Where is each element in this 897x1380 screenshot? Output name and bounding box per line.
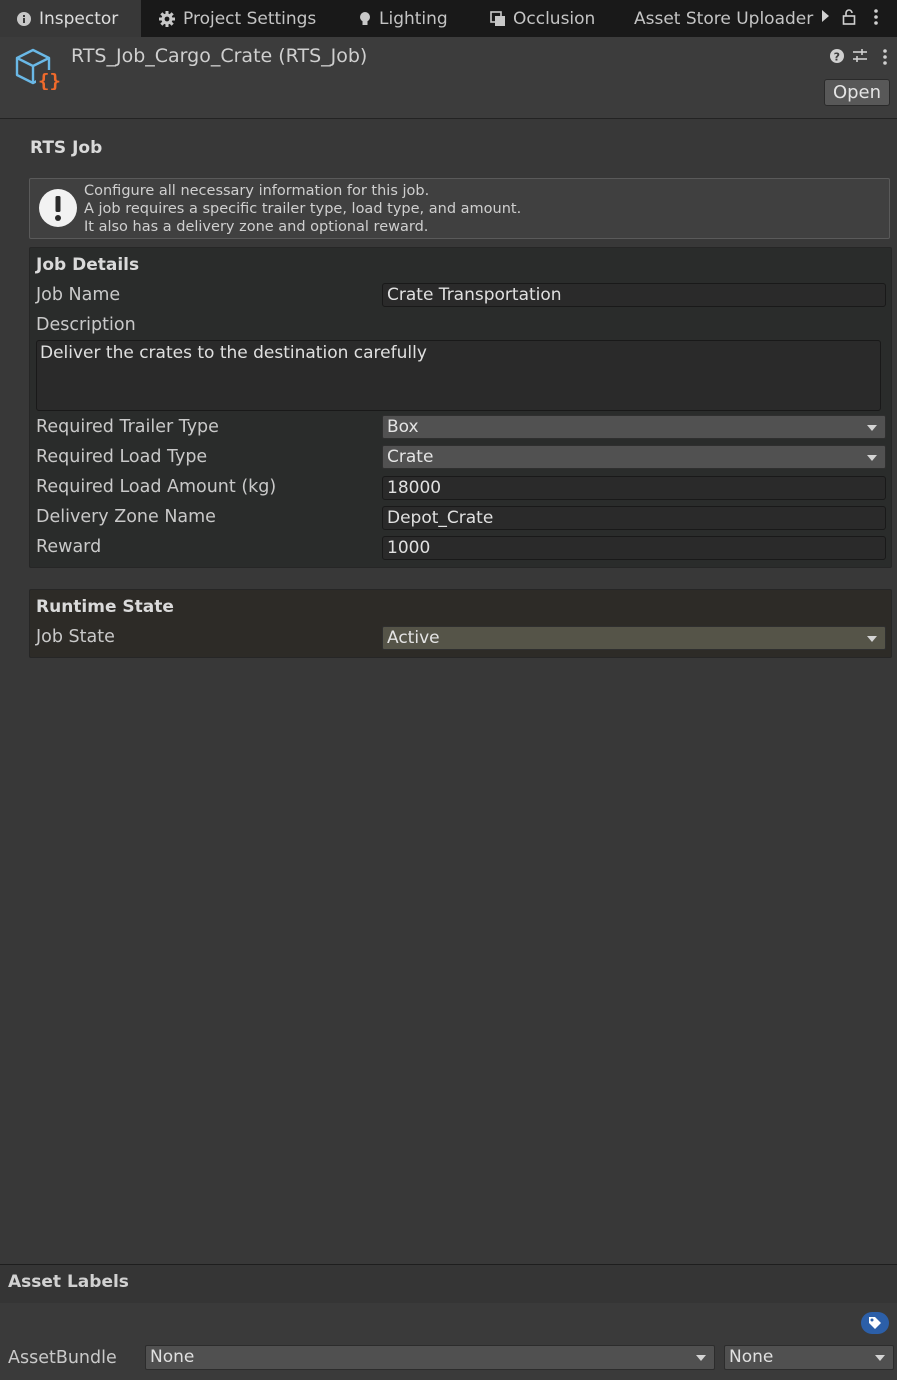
dropdown-arrow-icon [867,425,877,431]
svg-text:{}: {} [38,70,61,90]
section-title: RTS Job [30,138,103,158]
tab-occlusion[interactable]: Occlusion [490,0,595,37]
runtime-state-group: Runtime State Job State Active [29,589,892,658]
tab-inspector[interactable]: Inspector [0,0,141,37]
reward-field[interactable]: 1000 [382,536,886,560]
tab-label: Asset Store Uploader [634,8,814,29]
assetbundle-value: None [150,1347,195,1367]
asset-labels-footer: AssetBundle None None [0,1303,897,1380]
asset-labels-title: Asset Labels [8,1272,129,1292]
tab-project-settings[interactable]: Project Settings [158,0,316,37]
trailer-type-value: Box [387,417,419,437]
tab-label: Project Settings [183,8,317,29]
load-amount-field[interactable]: 18000 [382,476,886,500]
load-amount-label: Required Load Amount (kg) [36,477,277,497]
window-tab-bar: Inspector Project Settings Lighting Occl… [0,0,897,37]
tab-label: Lighting [379,8,448,29]
component-menu-icon[interactable] [881,48,889,71]
trailer-type-label: Required Trailer Type [36,417,219,437]
help-line-1: Configure all necessary information for … [84,183,430,199]
delivery-zone-label: Delivery Zone Name [36,507,216,527]
runtime-state-title: Runtime State [36,597,174,617]
load-type-label: Required Load Type [36,447,208,467]
job-state-value: Active [387,628,440,648]
assetbundle-label: AssetBundle [8,1348,117,1368]
tab-label: Inspector [39,8,119,29]
job-state-dropdown[interactable]: Active [382,626,886,650]
occlusion-icon [490,10,506,27]
job-details-title: Job Details [36,255,140,275]
tab-menu-icon[interactable] [872,8,880,31]
tab-label: Occlusion [513,8,596,29]
warning-icon [38,188,78,233]
asset-title: RTS_Job_Cargo_Crate (RTS_Job) [71,45,368,67]
info-icon [16,11,32,27]
dropdown-arrow-icon [875,1355,885,1361]
help-line-3: It also has a delivery zone and optional… [84,219,429,235]
inspector-header: {} RTS_Job_Cargo_Crate (RTS_Job) ? Open [0,37,897,119]
job-details-group: Job Details Job Name Crate Transportatio… [29,247,892,568]
dropdown-arrow-icon [867,455,877,461]
more-tabs-arrow-icon[interactable] [822,10,829,22]
gear-icon [158,10,176,28]
asset-labels-bar[interactable]: Asset Labels [0,1264,897,1304]
dropdown-arrow-icon [696,1355,706,1361]
assetbundle-dropdown[interactable]: None [145,1345,715,1370]
description-textarea[interactable]: Deliver the crates to the destination ca… [36,340,881,411]
job-name-label: Job Name [36,285,121,305]
presets-icon[interactable] [852,48,868,69]
delivery-zone-field[interactable]: Depot_Crate [382,506,886,530]
assetbundle-variant-dropdown[interactable]: None [724,1345,894,1370]
trailer-type-dropdown[interactable]: Box [382,415,886,439]
job-state-label: Job State [36,627,115,647]
load-type-dropdown[interactable]: Crate [382,445,886,469]
dropdown-arrow-icon [867,636,877,642]
label-tag-icon[interactable] [861,1312,889,1334]
open-button[interactable]: Open [824,79,890,106]
help-line-2: A job requires a specific trailer type, … [84,201,522,217]
help-box: Configure all necessary information for … [29,178,890,239]
description-label: Description [36,315,136,335]
bulb-icon [358,10,372,28]
lock-icon[interactable] [842,8,856,31]
tab-lighting[interactable]: Lighting [358,0,448,37]
job-name-field[interactable]: Crate Transportation [382,283,886,307]
reward-label: Reward [36,537,102,557]
scriptable-object-icon: {} [14,48,62,95]
tab-asset-store-uploader[interactable]: Asset Store Uploader [634,0,813,37]
assetbundle-variant-value: None [729,1347,774,1367]
help-icon[interactable]: ? [829,48,845,69]
svg-text:?: ? [834,51,840,64]
load-type-value: Crate [387,447,434,467]
